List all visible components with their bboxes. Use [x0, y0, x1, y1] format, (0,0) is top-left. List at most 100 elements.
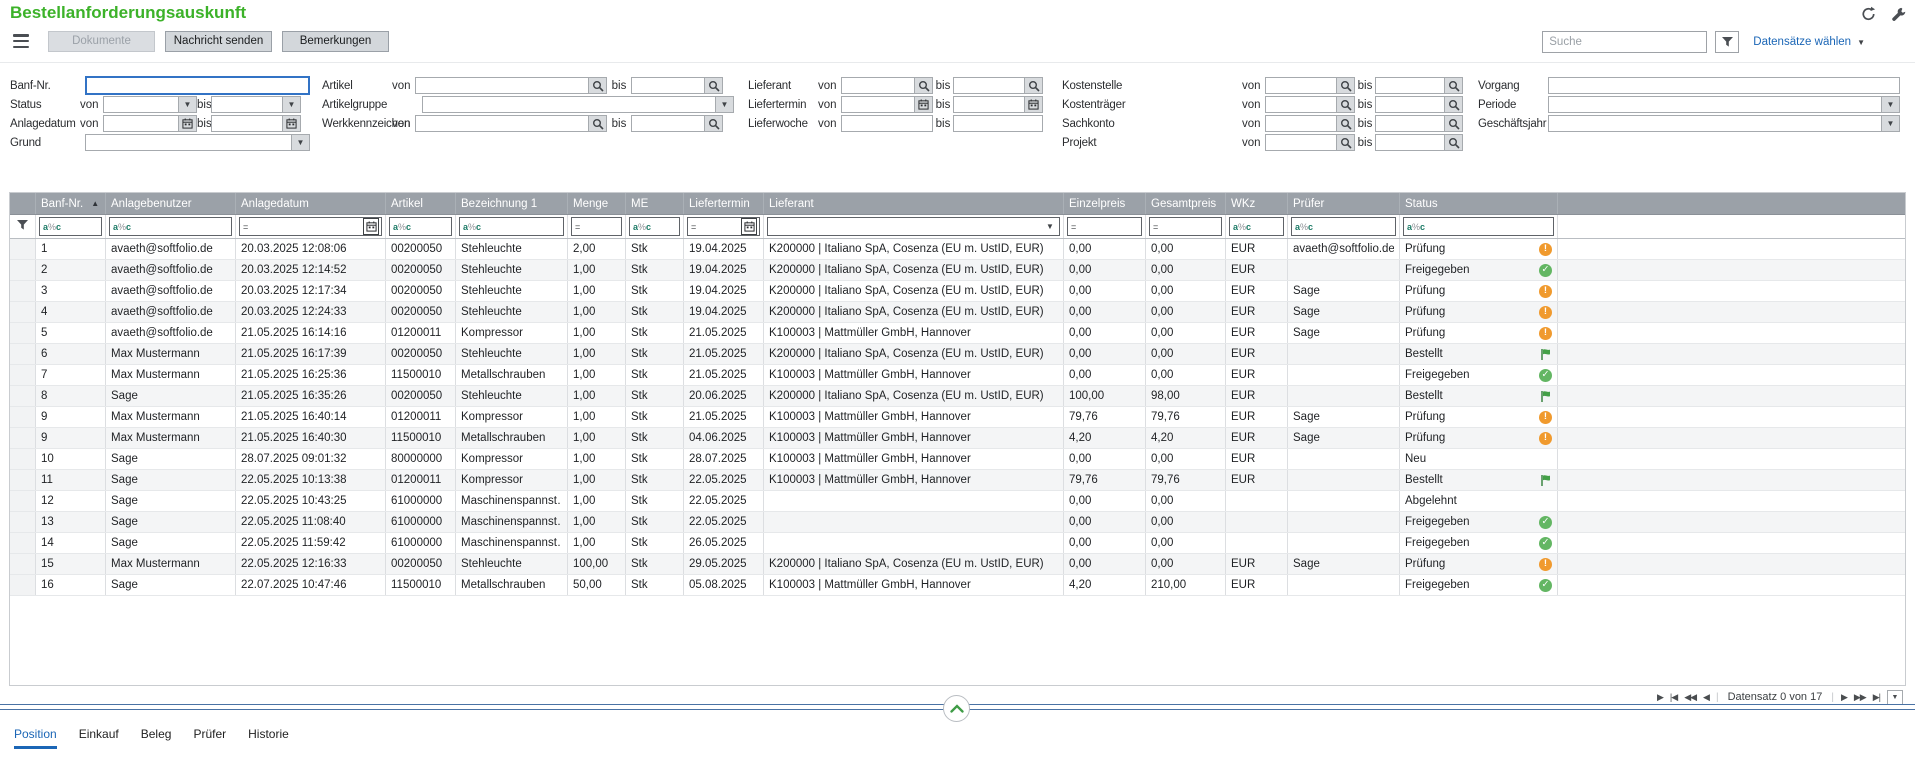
menu-icon[interactable] — [13, 34, 29, 48]
chevron-down-icon[interactable]: ▼ — [291, 135, 309, 150]
column-filter-lieferant[interactable]: ▼ — [767, 217, 1060, 236]
menge-filter-input[interactable] — [582, 221, 620, 232]
kostenstelle-von-field[interactable] — [1265, 77, 1355, 94]
werkkennzeichen-bis-input[interactable] — [632, 116, 704, 131]
column-filter-wkz[interactable]: a%c — [1229, 217, 1284, 236]
artikelgruppe-field[interactable]: ▼ — [422, 96, 734, 113]
kostentrager-von-input[interactable] — [1266, 97, 1336, 112]
table-row[interactable]: 11Sage22.05.2025 10:13:3801200011Kompres… — [10, 470, 1905, 491]
wkz-filter-input[interactable] — [1253, 221, 1282, 232]
liefertermin-bis-input[interactable] — [954, 97, 1024, 112]
kostentrager-bis-field[interactable] — [1375, 96, 1463, 113]
table-row[interactable]: 5avaeth@softfolio.de21.05.2025 16:14:160… — [10, 323, 1905, 344]
wrench-icon[interactable] — [1889, 5, 1907, 23]
kostenstelle-bis-input[interactable] — [1376, 78, 1444, 93]
liefertermin-von-field[interactable] — [841, 96, 933, 113]
projekt-von-input[interactable] — [1266, 135, 1336, 150]
search-icon[interactable] — [1336, 135, 1354, 150]
table-row[interactable]: 8Sage21.05.2025 16:35:2600200050Stehleuc… — [10, 386, 1905, 407]
calendar-icon[interactable] — [178, 116, 196, 131]
column-filter-bez[interactable]: a%c — [459, 217, 564, 236]
column-filter-status[interactable]: a%c — [1403, 217, 1554, 236]
sachkonto-von-input[interactable] — [1266, 116, 1336, 131]
chevron-down-icon[interactable]: ▼ — [178, 97, 196, 112]
einzel-filter-input[interactable] — [1078, 221, 1140, 232]
column-filter-gesamt[interactable]: = — [1149, 217, 1222, 236]
vorgang-input[interactable] — [1549, 78, 1899, 93]
tab-historie[interactable]: Historie — [248, 727, 289, 749]
search-icon[interactable] — [588, 78, 606, 93]
periode-input[interactable] — [1549, 97, 1881, 112]
anlagedatum-bis-input[interactable] — [212, 116, 282, 131]
column-filter-einzel[interactable]: = — [1067, 217, 1142, 236]
table-row[interactable]: 13Sage22.05.2025 11:08:4061000000Maschin… — [10, 512, 1905, 533]
table-row[interactable]: 3avaeth@softfolio.de20.03.2025 12:17:340… — [10, 281, 1905, 302]
header-cell-einzel[interactable]: Einzelpreis — [1064, 193, 1146, 214]
table-row[interactable]: 9Max Mustermann21.05.2025 16:40:30115000… — [10, 428, 1905, 449]
next-record-icon[interactable]: ▶ — [1841, 692, 1847, 703]
search-icon[interactable] — [704, 78, 722, 93]
funnel-icon[interactable] — [16, 219, 29, 234]
search-icon[interactable] — [1444, 78, 1462, 93]
kostenstelle-von-input[interactable] — [1266, 78, 1336, 93]
kostenstelle-bis-field[interactable] — [1375, 77, 1463, 94]
pruefer-filter-input[interactable] — [1315, 221, 1394, 232]
table-row[interactable]: 10Sage28.07.2025 09:01:3280000000Kompres… — [10, 449, 1905, 470]
search-icon[interactable] — [704, 116, 722, 131]
prev-page-icon[interactable]: ◀◀ — [1684, 692, 1696, 703]
column-filter-me[interactable]: a%c — [629, 217, 680, 236]
table-row[interactable]: 14Sage22.05.2025 11:59:4261000000Maschin… — [10, 533, 1905, 554]
header-cell-created[interactable]: Anlagedatum — [236, 193, 386, 214]
liefertermin-bis-field[interactable] — [953, 96, 1043, 113]
table-row[interactable]: 4avaeth@softfolio.de20.03.2025 12:24:330… — [10, 302, 1905, 323]
geschaftsjahr-field[interactable]: ▼ — [1548, 115, 1900, 132]
me-filter-input[interactable] — [653, 221, 678, 232]
calendar-icon[interactable] — [1024, 97, 1042, 112]
first-record-icon[interactable]: |◀ — [1670, 692, 1677, 703]
calendar-icon[interactable] — [363, 218, 379, 235]
calendar-icon[interactable] — [741, 218, 757, 235]
periode-field[interactable]: ▼ — [1548, 96, 1900, 113]
table-row[interactable]: 6Max Mustermann21.05.2025 16:17:39002000… — [10, 344, 1905, 365]
termin-filter-input[interactable] — [698, 221, 741, 232]
search-icon[interactable] — [1024, 78, 1042, 93]
header-cell-menge[interactable]: Menge — [568, 193, 626, 214]
last-record-icon[interactable]: ▶| — [1873, 692, 1880, 703]
header-cell-status[interactable]: Status — [1400, 193, 1558, 214]
pager-dropdown-icon[interactable]: ▼ — [1887, 690, 1903, 705]
calendar-icon[interactable] — [914, 97, 932, 112]
lieferant-bis-field[interactable] — [953, 77, 1043, 94]
column-filter-menge[interactable]: = — [571, 217, 622, 236]
filter-funnel-button[interactable] — [1715, 31, 1739, 53]
refresh-icon[interactable] — [1859, 5, 1877, 23]
search-icon[interactable] — [914, 78, 932, 93]
table-row[interactable]: 2avaeth@softfolio.de20.03.2025 12:14:520… — [10, 260, 1905, 281]
column-filter-nr[interactable]: a%c — [39, 217, 102, 236]
lieferwoche-von-field[interactable] — [841, 115, 933, 132]
banf-nr-input[interactable] — [87, 78, 308, 93]
header-cell-nr[interactable]: Banf-Nr.▲ — [36, 193, 106, 214]
column-filter-user[interactable]: a%c — [109, 217, 232, 236]
kostentrager-von-field[interactable] — [1265, 96, 1355, 113]
projekt-bis-input[interactable] — [1376, 135, 1444, 150]
status-von-field[interactable]: ▼ — [103, 96, 197, 113]
gesamt-filter-input[interactable] — [1160, 221, 1220, 232]
tab-prufer[interactable]: Prüfer — [193, 727, 226, 749]
artikelgruppe-input[interactable] — [423, 97, 715, 112]
created-filter-input[interactable] — [250, 221, 363, 232]
header-cell-bez[interactable]: Bezeichnung 1 — [456, 193, 568, 214]
search-icon[interactable] — [1444, 116, 1462, 131]
bez-filter-input[interactable] — [483, 221, 562, 232]
user-filter-input[interactable] — [133, 221, 230, 232]
search-icon[interactable] — [1336, 97, 1354, 112]
artikel-filter-input[interactable] — [413, 221, 450, 232]
header-cell-pruefer[interactable]: Prüfer — [1288, 193, 1400, 214]
header-cell-gesamt[interactable]: Gesamtpreis — [1146, 193, 1226, 214]
table-row[interactable]: 1avaeth@softfolio.de20.03.2025 12:08:060… — [10, 239, 1905, 260]
chevron-down-icon[interactable]: ▼ — [1881, 116, 1899, 131]
column-filter-termin[interactable]: = — [687, 217, 760, 236]
artikel-von-field[interactable] — [415, 77, 607, 94]
tab-einkauf[interactable]: Einkauf — [79, 727, 119, 749]
datensaetze-caret-icon[interactable]: ▼ — [1857, 38, 1865, 47]
grund-field[interactable]: ▼ — [85, 134, 310, 151]
